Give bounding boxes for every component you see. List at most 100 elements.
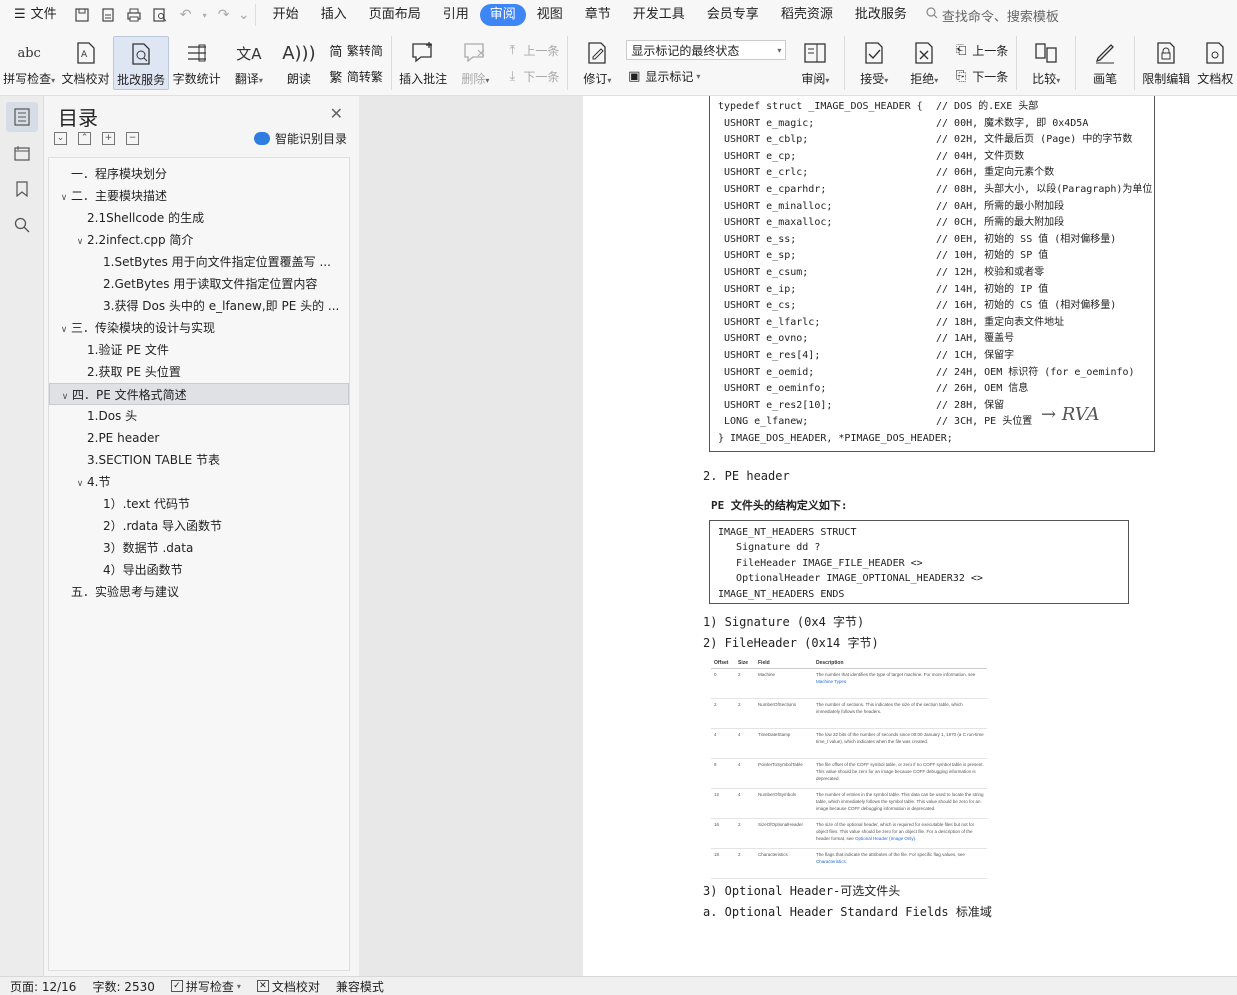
table-cell-description: The file offset of the COFF symbol table… bbox=[813, 758, 987, 789]
collapse-up-icon[interactable]: ⌃ bbox=[78, 132, 91, 145]
track-changes-button[interactable]: 修订▾ bbox=[572, 36, 622, 90]
toc-item[interactable]: 2）.rdata 导入函数节 bbox=[49, 515, 349, 537]
collapse-down-icon[interactable]: ⌄ bbox=[54, 132, 67, 145]
prev-comment-button[interactable]: ⤒ 上一条 bbox=[504, 40, 560, 60]
show-markup-button[interactable]: ▣ 显示标记 ▾ bbox=[626, 66, 786, 86]
correction-service-button[interactable]: 批改服务 bbox=[112, 36, 170, 90]
document-page[interactable]: typedef struct _IMAGE_DOS_HEADER {// DOS… bbox=[583, 96, 1237, 976]
find-icon[interactable] bbox=[6, 210, 38, 240]
trad-to-simp-button[interactable]: 简繁转简 bbox=[328, 40, 383, 60]
export-icon[interactable] bbox=[97, 4, 119, 26]
spell-check-button[interactable]: abc 拼写检查▾ bbox=[0, 36, 58, 90]
toc-item[interactable]: 4）导出函数节 bbox=[49, 559, 349, 581]
pen-button[interactable]: 画笔 bbox=[1080, 36, 1130, 90]
tab-section[interactable]: 章节 bbox=[574, 4, 622, 26]
description-link[interactable]: Characteristics. bbox=[816, 859, 847, 864]
code-line: USHORT e_magic; // 00H, 魔术数字, 即 0x4D5A bbox=[718, 116, 1154, 133]
table-cell-description: The low 32 bits of the number of seconds… bbox=[813, 728, 987, 759]
next-change-button[interactable]: ⎘ 下一条 bbox=[953, 66, 1008, 86]
tab-insert[interactable]: 插入 bbox=[310, 4, 358, 26]
prev-change-button[interactable]: ⎗ 上一条 bbox=[953, 40, 1008, 60]
tab-member[interactable]: 会员专享 bbox=[696, 4, 770, 26]
doc-protect-button[interactable]: 文档权 bbox=[1194, 36, 1237, 90]
toc-item[interactable]: 五．实验思考与建议 bbox=[49, 581, 349, 603]
navigation-icon[interactable] bbox=[6, 138, 38, 168]
tab-view[interactable]: 视图 bbox=[526, 4, 574, 26]
tab-correction[interactable]: 批改服务 bbox=[844, 4, 918, 26]
compare-button[interactable]: 比较▾ bbox=[1021, 36, 1071, 90]
redo-icon[interactable]: ↷ bbox=[213, 4, 235, 26]
markup-state-select[interactable]: 显示标记的最终状态 ▾ bbox=[626, 40, 787, 60]
toc-item[interactable]: 1.SetBytes 用于向文件指定位置覆盖写 ... bbox=[49, 251, 349, 273]
doc-proof-button[interactable]: A 文档校对 bbox=[58, 36, 113, 90]
tab-page-layout[interactable]: 页面布局 bbox=[358, 4, 432, 26]
next-comment-button[interactable]: ⤓ 下一条 bbox=[504, 66, 560, 86]
toc-item[interactable]: ∨ 4.节 bbox=[49, 471, 349, 493]
toc-item[interactable]: 2.获取 PE 头位置 bbox=[49, 361, 349, 383]
restrict-edit-button[interactable]: 限制编辑 bbox=[1139, 36, 1194, 90]
more-icon[interactable]: ⌄ bbox=[238, 4, 250, 26]
read-aloud-button[interactable]: A))) 朗读 bbox=[274, 36, 324, 90]
translate-button[interactable]: 文A 翻译▾ bbox=[224, 36, 274, 90]
toc-item-label: 五．实验思考与建议 bbox=[71, 585, 180, 599]
code-text: USHORT e_oemid; bbox=[718, 366, 815, 378]
tab-references[interactable]: 引用 bbox=[432, 4, 480, 26]
toc-item[interactable]: 3.SECTION TABLE 节表 bbox=[49, 449, 349, 471]
toc-item[interactable]: ∨ 二．主要模块描述 bbox=[49, 185, 349, 207]
toc-item[interactable]: 2.PE header bbox=[49, 427, 349, 449]
toc-item[interactable]: 一．程序模块划分 bbox=[49, 163, 349, 185]
undo-icon[interactable]: ↶ bbox=[175, 4, 197, 26]
print-icon[interactable] bbox=[123, 4, 145, 26]
menu-bar: ☰ 文件 ↶ ▾ ↷ ⌄ 开始 插入 页面布局 引用 审阅 视图 章节 开发工具… bbox=[0, 0, 1237, 30]
word-count-button[interactable]: 字数统计 bbox=[169, 36, 224, 90]
toc-item[interactable]: 1.验证 PE 文件 bbox=[49, 339, 349, 361]
toc-item[interactable]: 2.1Shellcode 的生成 bbox=[49, 207, 349, 229]
toc-item[interactable]: ∨ 四．PE 文件格式简述 bbox=[49, 383, 349, 405]
toc-item[interactable]: 3.获得 Dos 头中的 e_lfanew,即 PE 头的 ... bbox=[49, 295, 349, 317]
close-icon[interactable]: ✕ bbox=[330, 104, 343, 123]
add-level-icon[interactable]: + bbox=[102, 132, 115, 145]
insert-comment-button[interactable]: 插入批注 bbox=[396, 36, 451, 90]
print-preview-icon[interactable] bbox=[149, 4, 171, 26]
toc-item[interactable]: 1.Dos 头 bbox=[49, 405, 349, 427]
smart-toc-button[interactable]: 智能识别目录 bbox=[253, 130, 347, 147]
bookmark-icon[interactable] bbox=[6, 174, 38, 204]
tab-developer[interactable]: 开发工具 bbox=[622, 4, 696, 26]
toc-item[interactable]: 3）数据节 .data bbox=[49, 537, 349, 559]
chevron-down-icon[interactable]: ∨ bbox=[57, 319, 71, 339]
reject-button[interactable]: 拒绝▾ bbox=[899, 36, 949, 90]
toc-item[interactable]: 2.GetBytes 用于读取文件指定位置内容 bbox=[49, 273, 349, 295]
chevron-down-icon[interactable]: ∨ bbox=[73, 231, 87, 251]
ai-icon bbox=[253, 132, 270, 145]
remove-level-icon[interactable]: − bbox=[126, 132, 139, 145]
delete-comment-button[interactable]: 删除▾ bbox=[450, 36, 500, 90]
toc-item[interactable]: 1）.text 代码节 bbox=[49, 493, 349, 515]
word-count-indicator[interactable]: 字数: 2530 bbox=[92, 978, 154, 995]
read-aloud-icon: A))) bbox=[282, 42, 316, 64]
tab-review[interactable]: 审阅 bbox=[479, 4, 526, 26]
chevron-down-icon[interactable]: ∨ bbox=[58, 386, 72, 404]
toc-item[interactable]: ∨ 三．传染模块的设计与实现 bbox=[49, 317, 349, 339]
tab-docer[interactable]: 稻壳资源 bbox=[770, 4, 844, 26]
file-menu[interactable]: ☰ 文件 bbox=[0, 4, 65, 26]
save-icon[interactable] bbox=[71, 4, 93, 26]
command-search[interactable]: 查找命令、搜索模板 bbox=[926, 6, 1059, 25]
undo-dropdown-icon[interactable]: ▾ bbox=[201, 4, 209, 26]
spell-check-toggle[interactable]: ✓ 拼写检查 ▾ bbox=[170, 978, 241, 995]
toc-item[interactable]: ∨ 2.2infect.cpp 简介 bbox=[49, 229, 349, 251]
chevron-down-icon: ▾ bbox=[777, 45, 782, 55]
code-line: USHORT e_cparhdr; // 08H, 头部大小, 以段(Paragr… bbox=[718, 182, 1154, 199]
review-pane-button[interactable]: 审阅▾ bbox=[790, 36, 840, 90]
simp-to-trad-button[interactable]: 繁简转繁 bbox=[328, 66, 383, 86]
description-link[interactable]: Optional Header (Image Only). bbox=[855, 836, 916, 841]
code-comment: // 14H, 初始的 IP 值 bbox=[936, 283, 1049, 295]
accept-button[interactable]: 接受▾ bbox=[849, 36, 899, 90]
description-link[interactable]: Machine Types. bbox=[816, 679, 847, 684]
page-indicator[interactable]: 页面: 12/16 bbox=[10, 978, 76, 995]
doc-proof-toggle[interactable]: ✕ 文档校对 bbox=[256, 978, 320, 995]
toc-item-label: 一．程序模块划分 bbox=[71, 167, 168, 181]
toc-panel-icon[interactable] bbox=[5, 102, 38, 132]
tab-home[interactable]: 开始 bbox=[262, 4, 310, 26]
chevron-down-icon[interactable]: ∨ bbox=[57, 187, 71, 207]
chevron-down-icon[interactable]: ∨ bbox=[73, 473, 87, 493]
